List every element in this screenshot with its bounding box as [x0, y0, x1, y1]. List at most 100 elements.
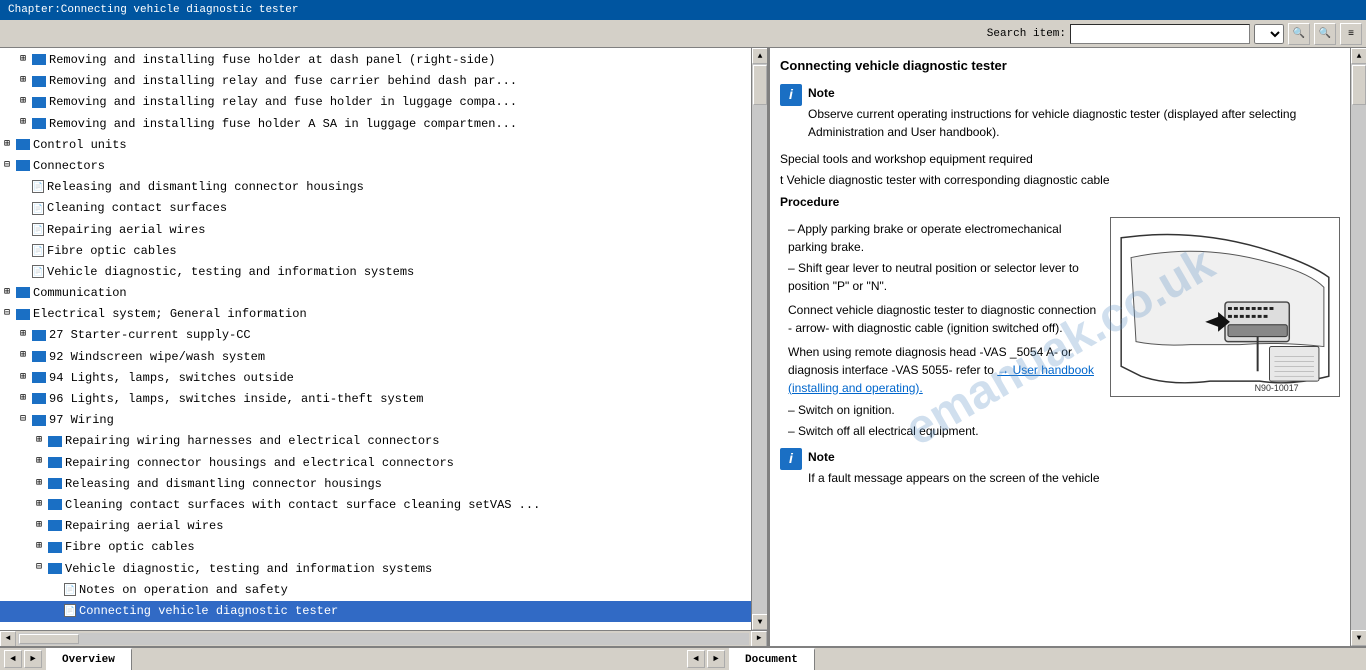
hscroll-track — [18, 633, 749, 645]
main-container: ⊞Removing and installing fuse holder at … — [0, 48, 1366, 646]
note-label-1: Note — [808, 84, 1340, 102]
tree-item[interactable]: 📄Connecting vehicle diagnostic tester — [0, 601, 751, 622]
tree-item[interactable]: ⊞Repairing connector housings and electr… — [0, 453, 751, 474]
tool-item: t Vehicle diagnostic tester with corresp… — [780, 171, 1340, 189]
tree-item-label: Fibre optic cables — [47, 244, 177, 258]
right-scroll-track — [1351, 64, 1366, 630]
right-scroll-down[interactable]: ▼ — [1351, 630, 1366, 646]
tree-item-label: 97 Wiring — [49, 413, 114, 427]
tree-item[interactable]: 📄Notes on operation and safety — [0, 580, 751, 601]
note-text-2: If a fault message appears on the screen… — [808, 469, 1100, 487]
tree-item[interactable]: ⊞92 Windscreen wipe/wash system — [0, 347, 751, 368]
scroll-down-btn[interactable]: ▼ — [752, 614, 767, 630]
note-icon-1: i — [780, 84, 802, 106]
search-btn-1[interactable]: 🔍 — [1288, 23, 1310, 45]
tree-item-label: Cleaning contact surfaces — [47, 201, 227, 215]
step-5: – Switch on ignition. — [780, 401, 1100, 419]
tree-item[interactable]: ⊞Repairing aerial wires — [0, 516, 751, 537]
tab-overview[interactable]: Overview — [46, 648, 132, 670]
tree-item[interactable]: ⊞Repairing wiring harnesses and electric… — [0, 431, 751, 452]
tree-item[interactable]: ⊞Releasing and dismantling connector hou… — [0, 474, 751, 495]
note-box-1: i Note Observe current operating instruc… — [780, 84, 1340, 144]
toolbar: Search item: 🔍 🔍 ≡ — [0, 20, 1366, 48]
tree-item[interactable]: ⊟Connectors — [0, 156, 751, 177]
tree-item-label: Notes on operation and safety — [79, 583, 288, 597]
tree-item-label: 94 Lights, lamps, switches outside — [49, 371, 294, 385]
text-column: – Apply parking brake or operate electro… — [780, 217, 1100, 496]
tree-item-label: Releasing and dismantling connector hous… — [47, 180, 364, 194]
scroll-track — [752, 64, 767, 614]
content-title: Connecting vehicle diagnostic tester — [780, 56, 1340, 76]
tree-item[interactable]: ⊞Communication — [0, 283, 751, 304]
tree-item-label: Vehicle diagnostic, testing and informat… — [47, 265, 414, 279]
tree-item[interactable]: 📄Repairing aerial wires — [0, 220, 751, 241]
scroll-thumb[interactable] — [753, 65, 767, 105]
tree-hscroll[interactable]: ◄ ► — [0, 630, 767, 646]
hscroll-left-btn[interactable]: ◄ — [0, 631, 16, 647]
left-panel: ⊞Removing and installing fuse holder at … — [0, 48, 770, 646]
tree-item-label: 92 Windscreen wipe/wash system — [49, 350, 265, 364]
tree-item-label: Fibre optic cables — [65, 540, 195, 554]
tree-item-label: Connectors — [33, 159, 105, 173]
tree-item[interactable]: ⊞Removing and installing relay and fuse … — [0, 71, 751, 92]
nav-right-btn[interactable]: ► — [24, 650, 42, 668]
hscroll-thumb[interactable] — [19, 634, 79, 644]
tree-item-label: Repairing aerial wires — [65, 519, 223, 533]
tree-item[interactable]: ⊞96 Lights, lamps, switches inside, anti… — [0, 389, 751, 410]
right-scroll-thumb[interactable] — [1352, 65, 1366, 105]
tree-item[interactable]: ⊟Vehicle diagnostic, testing and informa… — [0, 559, 751, 580]
search-label: Search item: — [987, 28, 1066, 40]
tree-item-label: 27 Starter-current supply-CC — [49, 328, 251, 342]
tree-item-label: Cleaning contact surfaces with contact s… — [65, 498, 540, 512]
tree-item[interactable]: ⊞27 Starter-current supply-CC — [0, 325, 751, 346]
right-with-scroll: emanuak.co.uk Connecting vehicle diagnos… — [770, 48, 1366, 646]
tab-document[interactable]: Document — [729, 648, 815, 670]
tree-item[interactable]: ⊟97 Wiring — [0, 410, 751, 431]
procedure-label: Procedure — [780, 193, 1340, 211]
diagnostic-image: N90-10017 — [1110, 217, 1340, 397]
tree-item-label: Connecting vehicle diagnostic tester — [79, 604, 338, 618]
tree-container[interactable]: ⊞Removing and installing fuse holder at … — [0, 48, 751, 630]
tree-item[interactable]: ⊞Control units — [0, 135, 751, 156]
tree-item[interactable]: ⊞Fibre optic cables — [0, 537, 751, 558]
title-text: Chapter:Connecting vehicle diagnostic te… — [8, 4, 298, 16]
tree-item[interactable]: ⊞Removing and installing relay and fuse … — [0, 92, 751, 113]
search-dropdown[interactable] — [1254, 24, 1284, 44]
right-scroll-up[interactable]: ▲ — [1351, 48, 1366, 64]
tree-scrollbar[interactable]: ▲ ▼ — [751, 48, 767, 630]
search-input[interactable] — [1070, 24, 1250, 44]
right-scrollbar[interactable]: ▲ ▼ — [1350, 48, 1366, 646]
nav-doc-right-btn[interactable]: ► — [707, 650, 725, 668]
step-3-label: Connect vehicle diagnostic tester to dia… — [780, 301, 1100, 337]
right-nav: ◄ ► — [683, 648, 729, 670]
special-tools-label: Special tools and workshop equipment req… — [780, 150, 1340, 168]
tree-item[interactable]: ⊞Cleaning contact surfaces with contact … — [0, 495, 751, 516]
tree-item-label: Control units — [33, 138, 127, 152]
tree-item-label: Vehicle diagnostic, testing and informat… — [65, 562, 432, 576]
step-6: – Switch off all electrical equipment. — [780, 422, 1100, 440]
tree-item[interactable]: 📄Cleaning contact surfaces — [0, 198, 751, 219]
panel-with-scroll: ⊞Removing and installing fuse holder at … — [0, 48, 767, 630]
title-bar: Chapter:Connecting vehicle diagnostic te… — [0, 0, 1366, 20]
tree-item[interactable]: ⊞94 Lights, lamps, switches outside — [0, 368, 751, 389]
tree-item-label: Repairing wiring harnesses and electrica… — [65, 434, 439, 448]
tree-item-label: Removing and installing fuse holder at d… — [49, 53, 495, 67]
tree-item-label: Repairing aerial wires — [47, 223, 205, 237]
step-2: – Shift gear lever to neutral position o… — [780, 259, 1100, 295]
tree-item[interactable]: 📄Fibre optic cables — [0, 241, 751, 262]
image-column: N90-10017 — [1110, 217, 1340, 496]
svg-text:N90-10017: N90-10017 — [1255, 383, 1299, 393]
search-btn-2[interactable]: 🔍 — [1314, 23, 1336, 45]
tree-item[interactable]: ⊟Electrical system; General information — [0, 304, 751, 325]
handbook-link[interactable]: → User handbook (installing and operatin… — [788, 363, 1094, 395]
tree-item[interactable]: ⊞Removing and installing fuse holder at … — [0, 50, 751, 71]
tree-item-label: Removing and installing relay and fuse h… — [49, 95, 517, 109]
hscroll-right-btn[interactable]: ► — [751, 631, 767, 647]
scroll-up-btn[interactable]: ▲ — [752, 48, 767, 64]
tree-item[interactable]: 📄Releasing and dismantling connector hou… — [0, 177, 751, 198]
tree-item[interactable]: ⊞Removing and installing fuse holder A S… — [0, 114, 751, 135]
toolbar-extra-btn[interactable]: ≡ — [1340, 23, 1362, 45]
nav-doc-left-btn[interactable]: ◄ — [687, 650, 705, 668]
nav-left-btn[interactable]: ◄ — [4, 650, 22, 668]
tree-item[interactable]: 📄Vehicle diagnostic, testing and informa… — [0, 262, 751, 283]
